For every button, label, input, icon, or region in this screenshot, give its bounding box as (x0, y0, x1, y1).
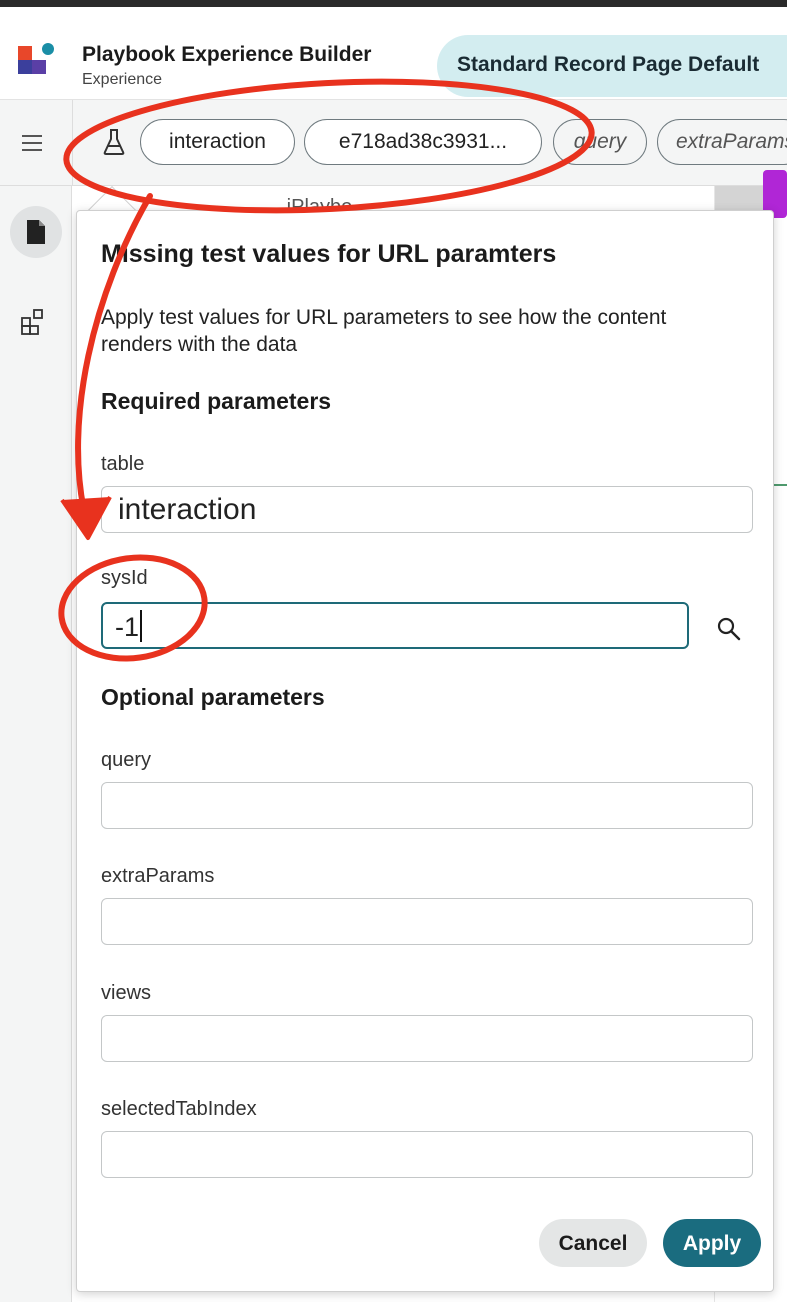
document-icon (27, 220, 45, 244)
logo-icon (18, 43, 54, 74)
nav-pages-button[interactable] (10, 206, 62, 258)
popover-title: Missing test values for URL paramters (101, 240, 557, 268)
text-cursor (140, 610, 143, 642)
apply-button[interactable]: Apply (663, 1219, 761, 1267)
extraparams-label: extraParams (101, 865, 215, 887)
missing-params-popover (76, 210, 774, 1292)
component-grid-icon[interactable] (20, 308, 48, 336)
table-label: table (101, 453, 145, 475)
param-chip-query[interactable]: query (553, 119, 647, 165)
query-label: query (101, 749, 152, 771)
app-header: Playbook Experience Builder Experience S… (0, 7, 787, 100)
views-label: views (101, 982, 152, 1004)
required-params-heading: Required parameters (101, 388, 332, 414)
toolbar-divider (72, 100, 73, 186)
page-tab[interactable]: Standard Record Page Default (437, 35, 787, 97)
sysid-label: sysId (101, 567, 148, 589)
query-input[interactable] (101, 782, 753, 829)
selectedtabindex-label: selectedTabIndex (101, 1098, 257, 1120)
param-chip-extraparams[interactable]: extraParams (657, 119, 787, 165)
table-input[interactable]: interaction (101, 486, 753, 533)
optional-params-heading: Optional parameters (101, 684, 325, 710)
flask-icon[interactable] (102, 128, 126, 156)
top-border (0, 0, 787, 7)
sysid-value: -1 (115, 612, 140, 642)
url-params-toolbar: interaction e718ad38c3931... query extra… (0, 100, 787, 186)
views-input[interactable] (101, 1015, 753, 1062)
selectedtabindex-input[interactable] (101, 1131, 753, 1178)
param-chip-table[interactable]: interaction (140, 119, 295, 165)
search-icon[interactable] (716, 616, 742, 642)
cancel-button[interactable]: Cancel (539, 1219, 647, 1267)
app-title: Playbook Experience Builder (82, 43, 372, 66)
sysid-input[interactable]: -1 (101, 602, 689, 649)
param-chip-sysid[interactable]: e718ad38c3931... (304, 119, 542, 165)
extraparams-input[interactable] (101, 898, 753, 945)
popover-description: Apply test values for URL parameters to … (101, 306, 667, 356)
side-nav (0, 186, 72, 1302)
hamburger-icon[interactable] (22, 135, 42, 151)
app-subtitle: Experience (82, 71, 163, 88)
